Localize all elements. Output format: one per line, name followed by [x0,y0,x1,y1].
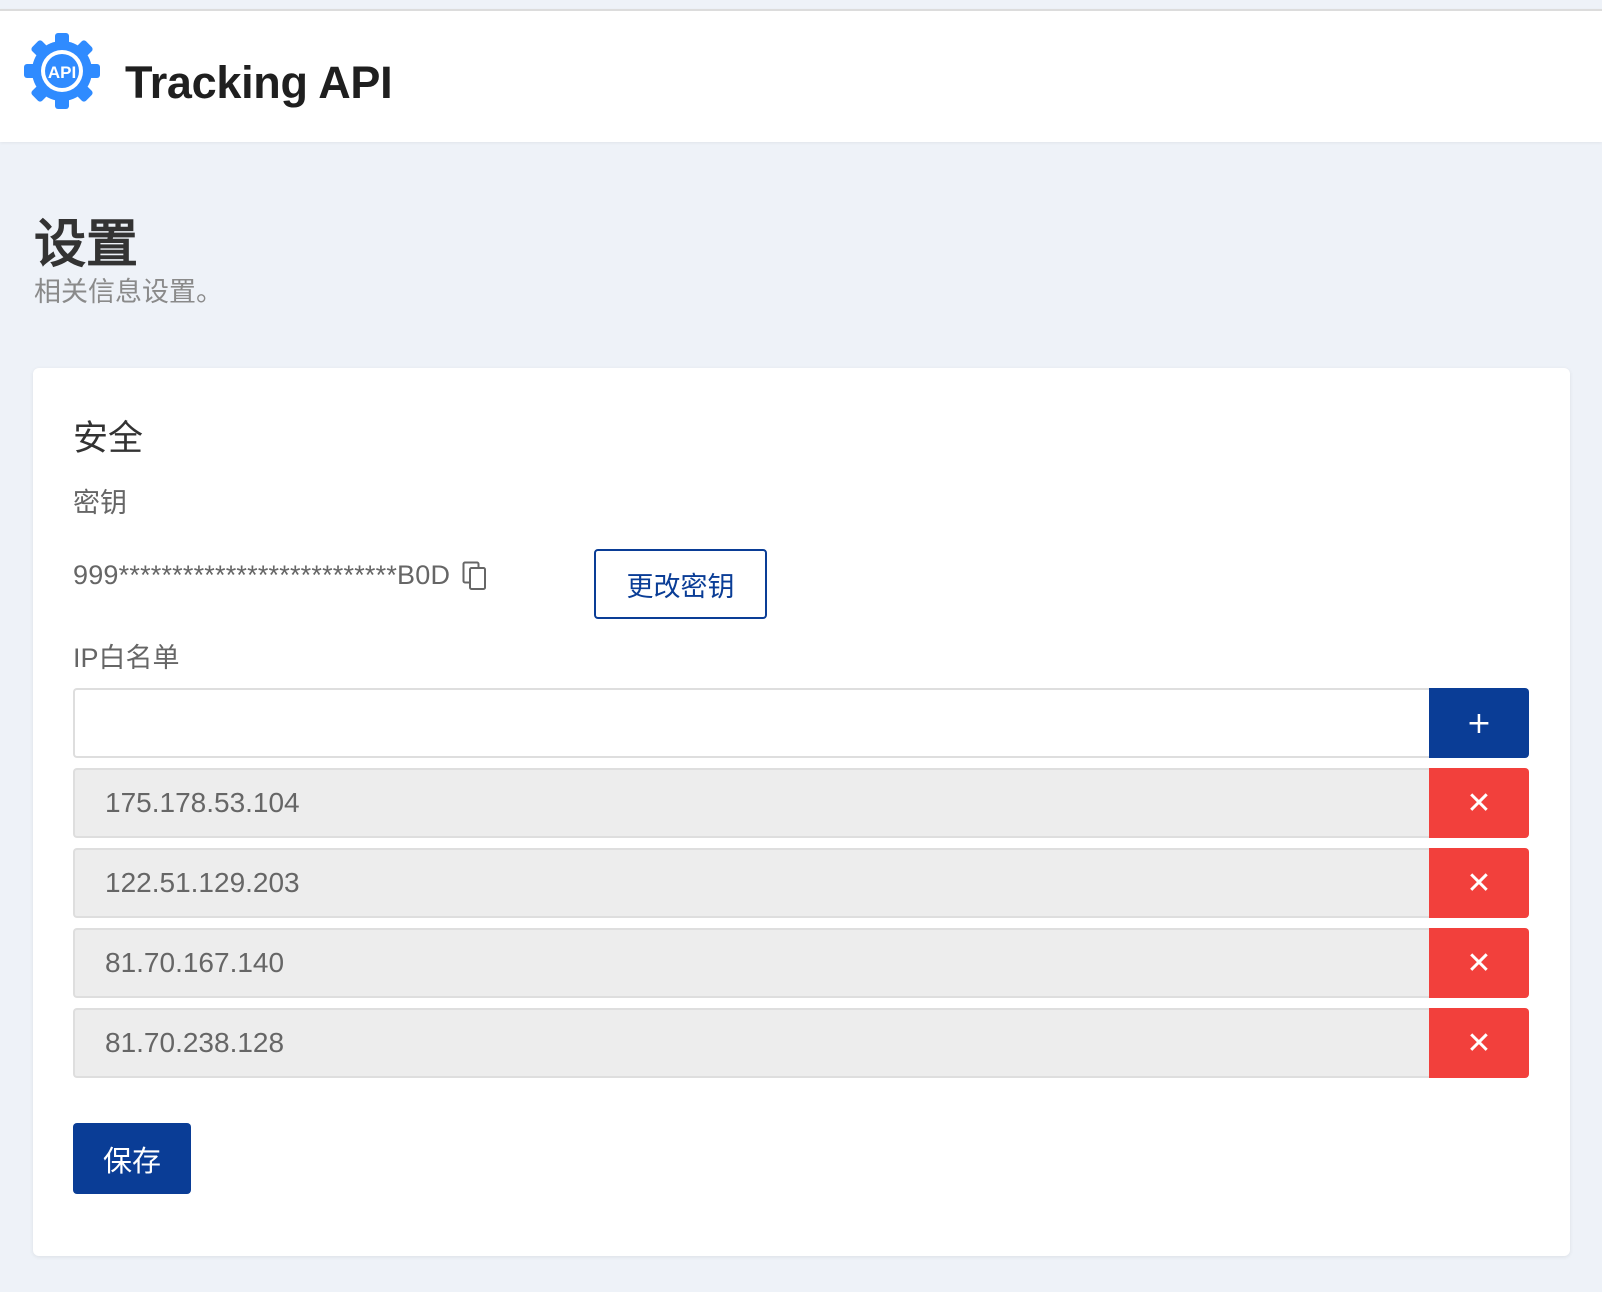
remove-ip-button[interactable]: ✕ [1429,1008,1529,1078]
ip-list-item: ✕ [73,848,1529,918]
secret-key-row: 999**************************B0D [73,560,488,591]
remove-ip-button[interactable]: ✕ [1429,768,1529,838]
ip-list-item: ✕ [73,1008,1529,1078]
ip-list-item: ✕ [73,928,1529,998]
add-ip-button[interactable]: + [1429,688,1529,758]
section-title: 安全 [73,419,144,458]
secret-key-label: 密钥 [73,488,127,518]
save-button[interactable]: 保存 [73,1123,191,1194]
ip-address-field[interactable] [73,928,1429,998]
ip-address-field[interactable] [73,1008,1429,1078]
ip-list-item: ✕ [73,768,1529,838]
page-subtitle: 相关信息设置。 [34,277,223,307]
app-title: Tracking API [125,57,393,108]
ip-whitelist-label: IP白名单 [73,643,180,673]
new-ip-input[interactable] [73,688,1429,758]
top-header: API Tracking API [0,9,1602,142]
remove-ip-button[interactable]: ✕ [1429,848,1529,918]
api-gear-logo-icon: API [24,33,100,109]
remove-ip-button[interactable]: ✕ [1429,928,1529,998]
change-key-button[interactable]: 更改密钥 [594,549,767,619]
ip-address-field[interactable] [73,848,1429,918]
new-ip-row: + [73,688,1529,758]
security-card: 安全 密钥 999**************************B0D 更… [33,368,1570,1256]
logo-text: API [48,63,76,82]
copy-icon[interactable] [462,561,488,591]
ip-address-field[interactable] [73,768,1429,838]
secret-key-value: 999**************************B0D [73,560,451,590]
page-title: 设置 [34,216,139,274]
